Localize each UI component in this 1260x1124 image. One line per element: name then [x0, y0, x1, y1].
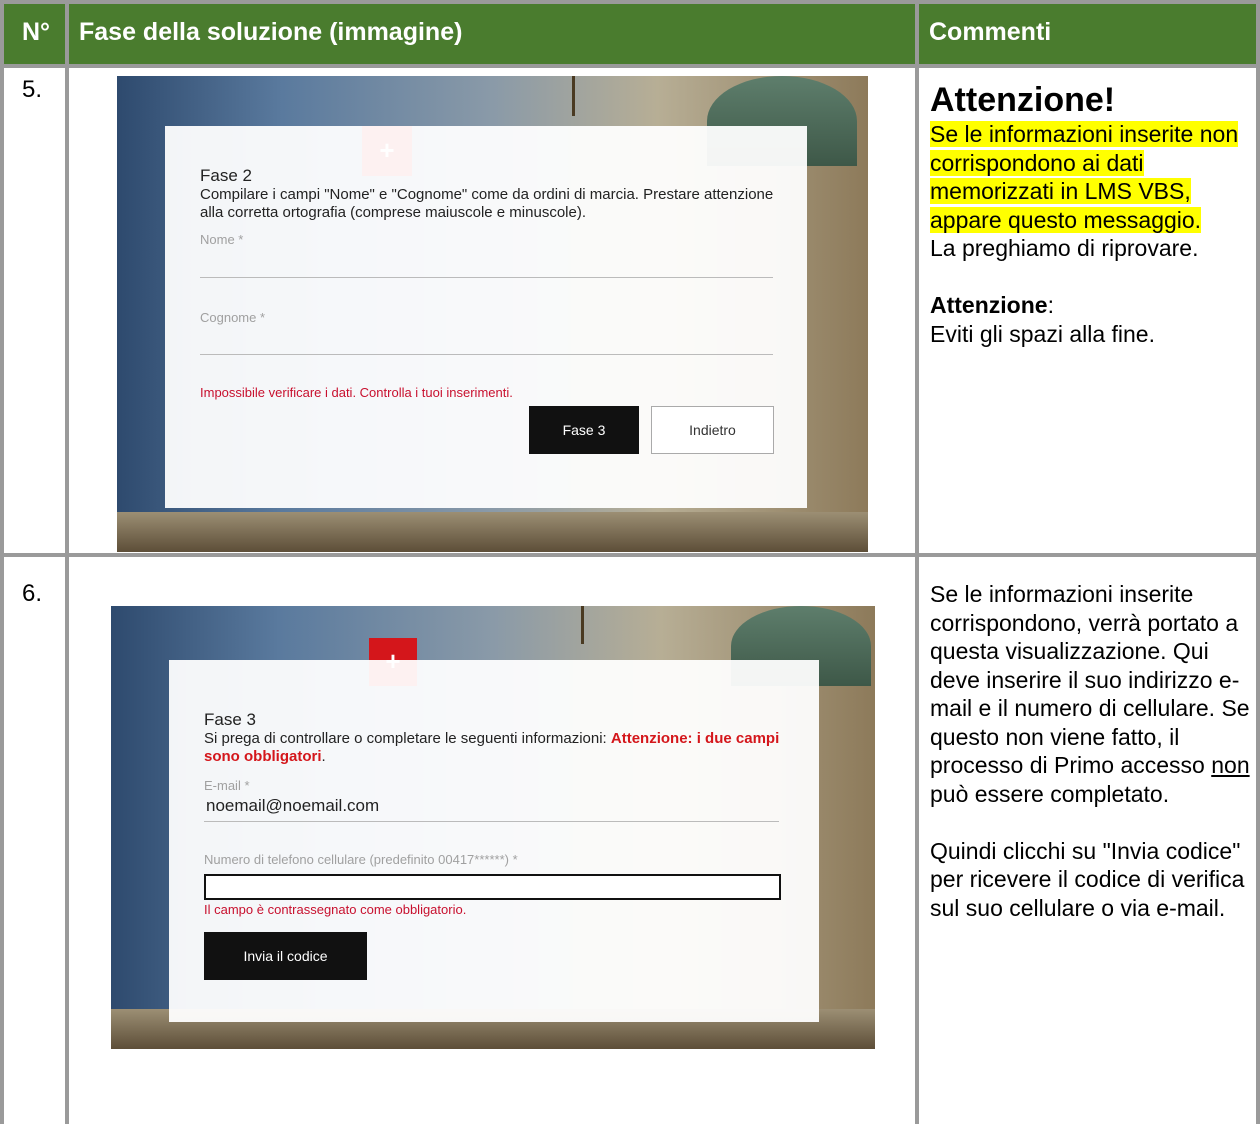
last-name-input[interactable] [200, 354, 773, 355]
table-divider-1 [65, 0, 69, 1124]
screenshot-step-3: Fase 3 Si prega di controllare o complet… [111, 606, 875, 1049]
warning-label: Attenzione [930, 292, 1048, 318]
email-input[interactable]: noemail@noemail.com [206, 796, 379, 816]
row-number: 6. [22, 580, 43, 607]
table-border-right [1256, 0, 1260, 1124]
comment-paragraph-2: Quindi clicchi su "Invia codice" per ric… [930, 837, 1245, 921]
row-divider [0, 553, 1260, 557]
last-name-label: Cognome * [200, 310, 266, 325]
comment-row-5: Attenzione! Se le informazioni inserite … [930, 80, 1255, 348]
comment-paragraph-1: Se le informazioni inserite corrispondon… [930, 581, 1250, 807]
highlighted-note: Se le informazioni inserite non corrispo… [930, 121, 1239, 233]
row-number: 5. [22, 76, 43, 103]
error-message: Impossibile verificare i dati. Controlla… [200, 385, 513, 400]
next-step-button[interactable]: Fase 3 [529, 406, 639, 454]
table-divider-2 [915, 0, 919, 1124]
phone-input[interactable] [204, 874, 781, 900]
back-button[interactable]: Indietro [651, 406, 774, 454]
table-border-left [0, 0, 4, 1124]
step-title: Fase 2 [200, 166, 252, 185]
send-code-button[interactable]: Invia il codice [204, 932, 367, 980]
warning-heading: Attenzione! [930, 81, 1116, 119]
form-card: Fase 3 Si prega di controllare o complet… [169, 660, 819, 1022]
first-name-label: Nome * [200, 232, 244, 247]
warning-text: Eviti gli spazi alla fine. [930, 320, 1155, 347]
phone-error: Il campo è contrassegnato come obbligato… [204, 902, 467, 917]
step-title: Fase 3 [204, 710, 256, 729]
email-label: E-mail * [204, 778, 250, 793]
header-comments: Commenti [917, 0, 1260, 64]
header-divider [0, 64, 1260, 68]
screenshot-step-2: Fase 2 Compilare i campi "Nome" e "Cogno… [117, 76, 868, 552]
form-card: Fase 2 Compilare i campi "Nome" e "Cogno… [165, 126, 807, 508]
retry-note: La preghiamo di riprovare. [930, 235, 1199, 261]
step-instructions: Compilare i campi "Nome" e "Cognome" com… [200, 186, 774, 221]
email-underline [204, 821, 779, 822]
warning-colon: : [1047, 292, 1054, 318]
header-number: N° [0, 0, 67, 64]
phone-label: Numero di telefono cellulare (predefinit… [204, 852, 518, 867]
header-phase: Fase della soluzione (immagine) [67, 0, 917, 64]
table-border-top [0, 0, 1260, 4]
comment-row-6: Se le informazioni inserite corrispondon… [930, 580, 1255, 922]
first-name-input[interactable] [200, 277, 773, 278]
step-instructions: Si prega di controllare o completare le … [204, 730, 780, 765]
